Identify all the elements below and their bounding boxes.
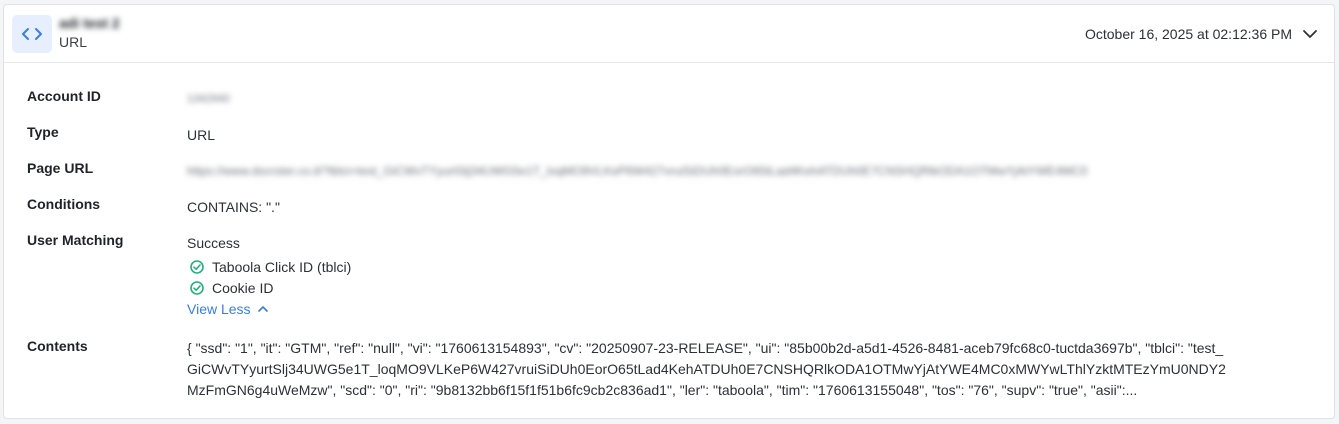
view-less-label: View Less bbox=[187, 301, 251, 317]
chevron-down-icon bbox=[1303, 30, 1317, 38]
type-value: URL bbox=[187, 127, 216, 143]
collapse-toggle-button[interactable] bbox=[1300, 24, 1320, 44]
user-matching-status: Success bbox=[187, 235, 240, 251]
event-title: adi test 2 bbox=[59, 15, 120, 31]
check-circle-icon bbox=[190, 259, 204, 274]
view-less-link[interactable]: View Less bbox=[187, 301, 269, 317]
type-label: Type bbox=[27, 124, 59, 140]
user-matching-label: User Matching bbox=[27, 232, 124, 248]
event-header[interactable]: adi test 2 URL October 16, 2025 at 02:12… bbox=[4, 5, 1334, 63]
conditions-value: CONTAINS: "." bbox=[187, 199, 280, 215]
match-item-label: Cookie ID bbox=[212, 279, 274, 296]
page-url-label: Page URL bbox=[27, 160, 94, 176]
match-item-tblci: Taboola Click ID (tblci) bbox=[187, 256, 351, 277]
event-timestamp: October 16, 2025 at 02:12:36 PM bbox=[1084, 26, 1292, 42]
page-url-value[interactable]: https://www.docrster.co.il/?tblci=test_G… bbox=[187, 163, 1215, 179]
event-type-subtitle: URL bbox=[59, 34, 88, 50]
check-circle-icon bbox=[190, 280, 204, 295]
account-id-label: Account ID bbox=[27, 88, 101, 104]
chevron-up-icon bbox=[257, 306, 268, 312]
code-brackets-icon bbox=[12, 15, 52, 53]
match-item-label: Taboola Click ID (tblci) bbox=[212, 258, 352, 275]
contents-label: Contents bbox=[27, 338, 88, 354]
user-matching-value: Success Taboola Click ID (tblci) Cookie … bbox=[187, 235, 351, 317]
header-title-block: adi test 2 URL bbox=[59, 14, 120, 50]
conditions-label: Conditions bbox=[27, 196, 101, 212]
contents-value: { "ssd": "1", "it": "GTM", "ref": "null"… bbox=[187, 340, 1226, 398]
match-item-cookie: Cookie ID bbox=[187, 277, 351, 298]
event-card: adi test 2 URL October 16, 2025 at 02:12… bbox=[3, 4, 1335, 419]
account-id-value: 1342940 bbox=[187, 93, 230, 105]
